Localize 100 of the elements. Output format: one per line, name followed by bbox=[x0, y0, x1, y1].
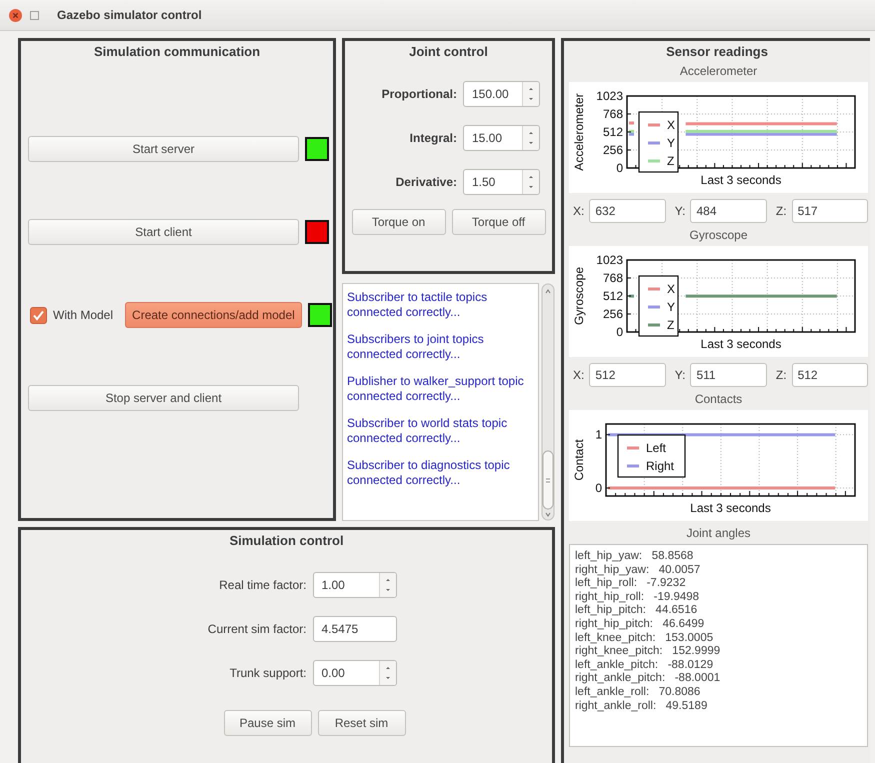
checkbox-label: With Model bbox=[53, 308, 114, 322]
simulation-button[interactable]: Reset sim bbox=[318, 710, 406, 736]
reading-field[interactable]: 517 bbox=[792, 199, 868, 223]
reading-label: X: bbox=[573, 368, 584, 382]
legend-label: Right bbox=[646, 459, 674, 473]
panel-title: Simulation control bbox=[228, 532, 345, 548]
text-field[interactable]: 4.5475 bbox=[312, 616, 396, 642]
panel-title: Sensor readings bbox=[665, 43, 769, 59]
tick-label: 512 bbox=[602, 124, 623, 139]
section-title: Joint angles bbox=[685, 525, 752, 542]
legend-swatch bbox=[627, 464, 639, 468]
spin-box[interactable]: 1.00 bbox=[312, 572, 396, 598]
log-message: Subscriber to diagnostics topic connected correctly... bbox=[347, 458, 511, 488]
legend-swatch bbox=[627, 446, 639, 450]
axis-title: Last 3 seconds bbox=[690, 501, 771, 515]
field-label: Derivative: bbox=[396, 175, 457, 189]
spin-arrows-icon[interactable] bbox=[378, 573, 396, 597]
log-message: Subscribers to joint topics connected correctly... bbox=[347, 332, 485, 362]
field-label: Integral: bbox=[410, 131, 457, 145]
axis-title: Last 3 seconds bbox=[700, 337, 782, 351]
simulation-button[interactable]: Pause sim bbox=[224, 710, 312, 736]
log-message: Publisher to walker_support topic connected correctly... bbox=[347, 374, 525, 404]
action-button[interactable]: Start client bbox=[28, 219, 299, 245]
spin-arrows-icon[interactable] bbox=[522, 82, 539, 106]
field-label: Proportional: bbox=[382, 87, 457, 101]
joint-angle-line: right_hip_roll: -19.9498 bbox=[575, 590, 700, 604]
chart-title: Accelerometer bbox=[678, 63, 758, 80]
maximize-icon[interactable] bbox=[30, 10, 39, 20]
axis-title: Contact bbox=[572, 439, 586, 481]
reading-field[interactable]: 512 bbox=[792, 363, 868, 387]
spin-box[interactable]: 1.50 bbox=[463, 169, 540, 195]
joint-angle-line: right_hip_yaw: 40.0057 bbox=[575, 564, 702, 578]
joint-angle-line: left_hip_pitch: 44.6516 bbox=[575, 604, 698, 618]
tick-label: 1 bbox=[595, 428, 602, 442]
legend-box bbox=[617, 434, 686, 478]
legend-label: X bbox=[667, 118, 676, 132]
legend-swatch bbox=[648, 306, 660, 308]
tick-label: 1023 bbox=[596, 89, 623, 103]
tick-label: 0 bbox=[616, 325, 623, 339]
reading-field[interactable]: 512 bbox=[589, 363, 666, 387]
action-button[interactable]: Stop server and client bbox=[28, 385, 299, 411]
axis-title: Last 3 seconds bbox=[700, 173, 782, 187]
legend-label: Y bbox=[667, 300, 676, 314]
axis-title: Gyroscope bbox=[572, 266, 586, 326]
joint-angle-line: left_ankle_pitch: -88.0129 bbox=[575, 658, 714, 672]
log-message: Subscriber to world stats topic connected correctly... bbox=[347, 416, 508, 446]
joint-angle-line: left_hip_roll: -7.9232 bbox=[575, 577, 687, 591]
legend-label: Z bbox=[667, 318, 674, 332]
legend-box bbox=[638, 275, 679, 337]
axis-title: Accelerometer bbox=[572, 93, 586, 171]
spin-box[interactable]: 150.00 bbox=[463, 81, 540, 107]
tick-label: 512 bbox=[602, 288, 623, 303]
reading-label: Y: bbox=[674, 368, 686, 382]
checkbox[interactable] bbox=[30, 306, 47, 324]
legend-swatch bbox=[648, 142, 660, 144]
reading-field[interactable]: 511 bbox=[690, 363, 767, 387]
reading-label: Z: bbox=[776, 204, 787, 218]
log-message: Subscriber to tactile topics connected correctly... bbox=[347, 290, 488, 320]
joint-angle-line: right_ankle_roll: 49.5189 bbox=[575, 700, 708, 714]
joint-angle-line: right_knee_pitch: 152.9999 bbox=[575, 645, 722, 659]
reading-label: Y: bbox=[674, 204, 686, 218]
joint-angle-line: left_knee_pitch: 153.0005 bbox=[575, 632, 714, 646]
torque-button[interactable]: Torque on bbox=[352, 209, 446, 235]
field-label: Real time factor: bbox=[219, 578, 306, 592]
tick-label: 256 bbox=[602, 306, 623, 321]
legend-swatch bbox=[648, 324, 660, 326]
spin-box[interactable]: 0.00 bbox=[312, 660, 396, 686]
action-button[interactable]: Start server bbox=[28, 136, 299, 162]
spin-box[interactable]: 15.00 bbox=[463, 125, 540, 151]
legend-label: Z bbox=[667, 154, 674, 168]
legend-label: X bbox=[667, 282, 676, 296]
tick-label: 768 bbox=[602, 270, 623, 285]
scrollbar[interactable] bbox=[541, 283, 555, 521]
panel-title: Joint control bbox=[408, 43, 489, 59]
reading-label: Z: bbox=[776, 368, 787, 382]
action-button[interactable]: Create connections/add model bbox=[125, 302, 302, 328]
spin-arrows-icon[interactable] bbox=[522, 170, 539, 194]
spin-arrows-icon[interactable] bbox=[522, 126, 539, 150]
tick-label: 768 bbox=[602, 106, 623, 121]
close-icon[interactable] bbox=[9, 8, 22, 22]
legend-label: Left bbox=[646, 441, 666, 455]
field-label: Trunk support: bbox=[230, 666, 306, 680]
panel-title: Simulation communication bbox=[92, 43, 262, 59]
reading-field[interactable]: 484 bbox=[690, 199, 767, 223]
tick-label: 1023 bbox=[596, 253, 623, 267]
chart-title: Gyroscope bbox=[688, 227, 749, 244]
legend-swatch bbox=[648, 160, 660, 162]
tick-label: 0 bbox=[616, 161, 623, 175]
reading-field[interactable]: 632 bbox=[589, 199, 666, 223]
torque-button[interactable]: Torque off bbox=[452, 209, 546, 235]
joint-angle-line: left_ankle_roll: 70.8086 bbox=[575, 686, 702, 700]
reading-label: X: bbox=[573, 204, 584, 218]
spin-arrows-icon[interactable] bbox=[378, 661, 396, 685]
legend-label: Y bbox=[667, 136, 676, 150]
legend-box bbox=[638, 111, 679, 173]
tick-label: 0 bbox=[595, 481, 602, 495]
legend-swatch bbox=[648, 124, 660, 126]
legend-swatch bbox=[648, 288, 660, 290]
joint-angle-line: left_hip_yaw: 58.8568 bbox=[575, 550, 694, 564]
joint-angle-line: right_hip_pitch: 46.6499 bbox=[575, 618, 706, 632]
